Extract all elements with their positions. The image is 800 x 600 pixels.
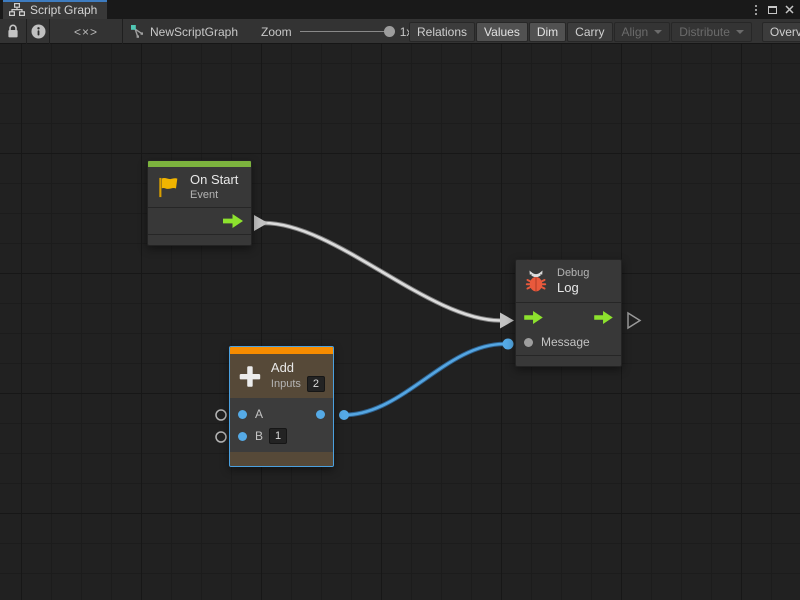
maximize-icon[interactable] bbox=[764, 0, 781, 19]
tab-script-graph[interactable]: Script Graph bbox=[3, 0, 107, 19]
flag-icon bbox=[156, 176, 181, 199]
port-b-row: B 1 bbox=[230, 425, 333, 447]
distribute-dropdown: Distribute bbox=[671, 22, 752, 42]
value-wire[interactable] bbox=[344, 344, 504, 415]
add-accent-strip bbox=[230, 347, 333, 354]
zoom-label: Zoom bbox=[261, 25, 292, 39]
value-port-b[interactable] bbox=[238, 432, 247, 441]
info-button[interactable] bbox=[27, 19, 49, 44]
debug-log-titles: Debug Log bbox=[557, 266, 589, 296]
node-footer bbox=[148, 235, 251, 245]
node-title: Add bbox=[271, 360, 325, 376]
toolbar: <×> NewScriptGraph Zoom 1x Relations Val… bbox=[0, 19, 800, 44]
wire-layer bbox=[0, 44, 800, 600]
relations-button[interactable]: Relations bbox=[409, 22, 475, 42]
node-subtitle: Event bbox=[190, 188, 238, 202]
code-view-button[interactable]: <×> bbox=[50, 19, 122, 44]
kebab-menu-icon[interactable] bbox=[747, 0, 764, 19]
info-icon bbox=[31, 24, 46, 39]
values-button[interactable]: Values bbox=[476, 22, 528, 42]
flow-wire-end-arrow[interactable] bbox=[500, 313, 514, 329]
port-a-label: A bbox=[255, 407, 263, 421]
value-port-a[interactable] bbox=[238, 410, 247, 419]
align-dropdown: Align bbox=[614, 22, 671, 42]
trigger-output-port[interactable] bbox=[594, 311, 613, 324]
lock-icon bbox=[7, 24, 19, 39]
trigger-input-port[interactable] bbox=[524, 311, 543, 324]
on-start-body bbox=[148, 208, 251, 234]
result-output-port[interactable] bbox=[316, 410, 325, 419]
node-add[interactable]: Add Inputs 2 A B 1 bbox=[229, 346, 334, 467]
add-header: Add Inputs 2 bbox=[230, 354, 333, 398]
on-start-titles: On Start Event bbox=[190, 172, 238, 202]
lock-button[interactable] bbox=[0, 19, 26, 44]
graph-name: NewScriptGraph bbox=[150, 25, 238, 39]
flow-wire-start-arrow[interactable] bbox=[254, 215, 268, 231]
carry-button[interactable]: Carry bbox=[567, 22, 612, 42]
active-tab-accent bbox=[3, 0, 107, 2]
tab-bar: Script Graph bbox=[0, 0, 800, 19]
zoom-slider-track bbox=[300, 31, 392, 32]
script-graph-window: Script Graph <×> bbox=[0, 0, 800, 600]
port-a-row: A bbox=[230, 403, 333, 425]
debug-log-header: Debug Log bbox=[516, 260, 621, 302]
message-input-connection[interactable] bbox=[503, 339, 514, 350]
toolbar-separator bbox=[122, 19, 123, 44]
tab-title: Script Graph bbox=[30, 3, 97, 17]
chevron-down-icon bbox=[736, 30, 744, 34]
toolbar-buttons: Relations Values Dim Carry Align Distrib… bbox=[409, 21, 800, 42]
inputs-label: Inputs bbox=[271, 377, 301, 391]
node-on-start[interactable]: On Start Event bbox=[147, 160, 252, 246]
node-title: Log bbox=[557, 280, 589, 296]
graph-breadcrumb[interactable]: NewScriptGraph bbox=[130, 19, 238, 44]
close-icon[interactable] bbox=[781, 0, 798, 19]
zoom-slider-knob[interactable] bbox=[384, 26, 395, 37]
dim-button[interactable]: Dim bbox=[529, 22, 566, 42]
code-brackets-icon: <×> bbox=[74, 25, 98, 39]
debug-message-row: Message bbox=[516, 329, 621, 355]
port-b-value-field[interactable]: 1 bbox=[269, 428, 287, 444]
trigger-output-port[interactable] bbox=[223, 214, 243, 228]
window-controls bbox=[747, 0, 798, 19]
inputs-count-field[interactable]: 2 bbox=[307, 376, 325, 392]
add-result-output-port[interactable] bbox=[339, 410, 349, 420]
graph-canvas[interactable]: On Start Event bbox=[0, 44, 800, 600]
node-title: On Start bbox=[190, 172, 238, 188]
add-body: A B 1 bbox=[230, 398, 333, 452]
node-footer bbox=[516, 356, 621, 366]
hierarchy-icon bbox=[9, 3, 25, 16]
overview-button[interactable]: Overview bbox=[762, 22, 800, 42]
on-start-header: On Start Event bbox=[148, 167, 251, 207]
port-b-label: B bbox=[255, 429, 263, 443]
debug-trigger-output-outer[interactable] bbox=[628, 313, 640, 328]
zoom-slider[interactable] bbox=[300, 19, 392, 44]
message-input-port[interactable] bbox=[524, 338, 533, 347]
script-graph-asset-icon bbox=[130, 24, 145, 39]
node-debug-log[interactable]: Debug Log Message bbox=[515, 259, 622, 367]
bug-icon bbox=[524, 269, 548, 293]
port-a-outer-ring[interactable] bbox=[216, 410, 226, 420]
plus-icon bbox=[238, 363, 262, 390]
message-port-label: Message bbox=[541, 335, 590, 349]
node-footer bbox=[230, 452, 333, 466]
flow-wire[interactable] bbox=[264, 223, 500, 321]
add-titles: Add Inputs 2 bbox=[271, 360, 325, 392]
zoom-control: Zoom 1x bbox=[261, 19, 412, 44]
node-kicker: Debug bbox=[557, 266, 589, 280]
chevron-down-icon bbox=[654, 30, 662, 34]
debug-trigger-row bbox=[516, 303, 621, 329]
port-b-outer-ring[interactable] bbox=[216, 432, 226, 442]
